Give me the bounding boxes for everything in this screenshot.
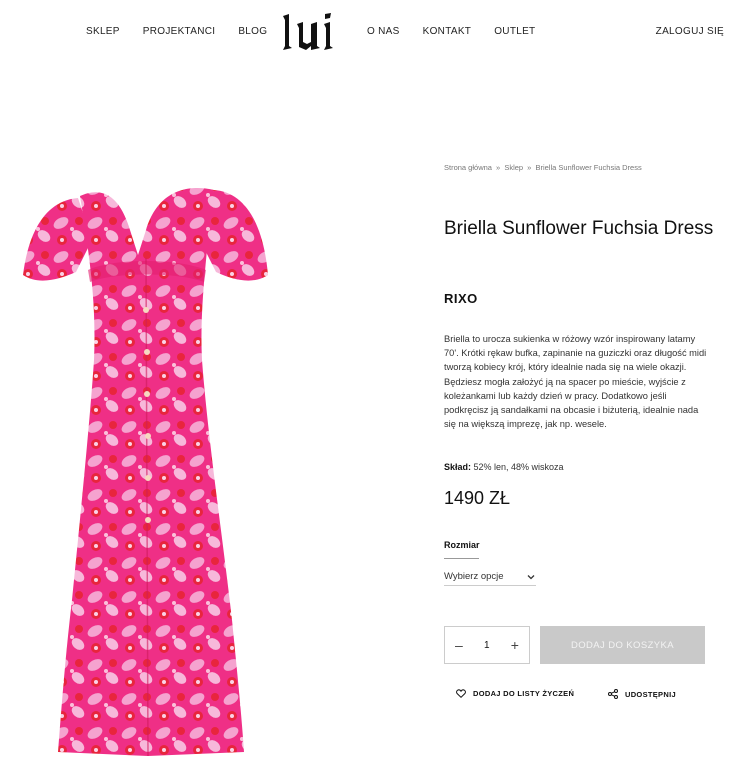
share-button[interactable]: UDOSTĘPNIJ: [608, 689, 676, 699]
size-select[interactable]: Wybierz opcje: [444, 568, 536, 586]
share-label: UDOSTĘPNIJ: [625, 689, 676, 699]
nav-item-projektanci[interactable]: PROJEKTANCI: [143, 26, 216, 37]
product-image[interactable]: [18, 180, 318, 760]
breadcrumb-home[interactable]: Strona główna: [444, 163, 492, 172]
nav-left: SKLEP PROJEKTANCI BLOG: [86, 26, 290, 37]
breadcrumb: Strona główna » Sklep » Briella Sunflowe…: [444, 163, 642, 172]
breadcrumb-current: Briella Sunflower Fuchsia Dress: [535, 163, 642, 172]
chevron-down-icon: [527, 574, 535, 579]
composition-label: Skład:: [444, 462, 472, 472]
size-label-underline: [444, 558, 479, 559]
site-header: SKLEP PROJEKTANCI BLOG O NAS KONTAKT OUT…: [0, 0, 729, 64]
quantity-stepper: – 1 +: [444, 626, 530, 664]
nav-item-blog[interactable]: BLOG: [238, 26, 267, 37]
heart-icon: [456, 689, 466, 698]
share-icon: [608, 689, 618, 699]
quantity-value[interactable]: 1: [484, 640, 490, 651]
nav-item-sklep[interactable]: SKLEP: [86, 26, 120, 37]
logo[interactable]: [280, 12, 334, 52]
composition-value: 52% len, 48% wiskoza: [471, 462, 564, 472]
breadcrumb-separator: »: [527, 163, 532, 172]
product-description: Briella to urocza sukienka w różowy wzór…: [444, 334, 707, 430]
add-to-cart-button[interactable]: DODAJ DO KOSZYKA: [540, 626, 705, 664]
nav-item-kontakt[interactable]: KONTAKT: [423, 26, 472, 37]
product-composition: Skład: 52% len, 48% wiskoza: [444, 462, 564, 472]
breadcrumb-shop[interactable]: Sklep: [504, 163, 523, 172]
nav-item-outlet[interactable]: OUTLET: [494, 26, 535, 37]
breadcrumb-separator: »: [496, 163, 501, 172]
size-select-value: Wybierz opcje: [444, 571, 504, 582]
product-brand[interactable]: RIXO: [444, 291, 478, 306]
quantity-decrease-button[interactable]: –: [455, 638, 463, 652]
login-link[interactable]: ZALOGUJ SIĘ: [656, 26, 724, 37]
product-price: 1490 ZŁ: [444, 488, 511, 508]
quantity-increase-button[interactable]: +: [511, 638, 519, 652]
nav-right: O NAS KONTAKT OUTLET: [367, 26, 558, 37]
nav-item-o-nas[interactable]: O NAS: [367, 26, 400, 37]
product-title: Briella Sunflower Fuchsia Dress: [444, 218, 714, 239]
add-to-wishlist-button[interactable]: DODAJ DO LISTY ŻYCZEŃ: [456, 689, 574, 698]
size-label: Rozmiar: [444, 540, 480, 550]
wishlist-label: DODAJ DO LISTY ŻYCZEŃ: [473, 689, 575, 698]
